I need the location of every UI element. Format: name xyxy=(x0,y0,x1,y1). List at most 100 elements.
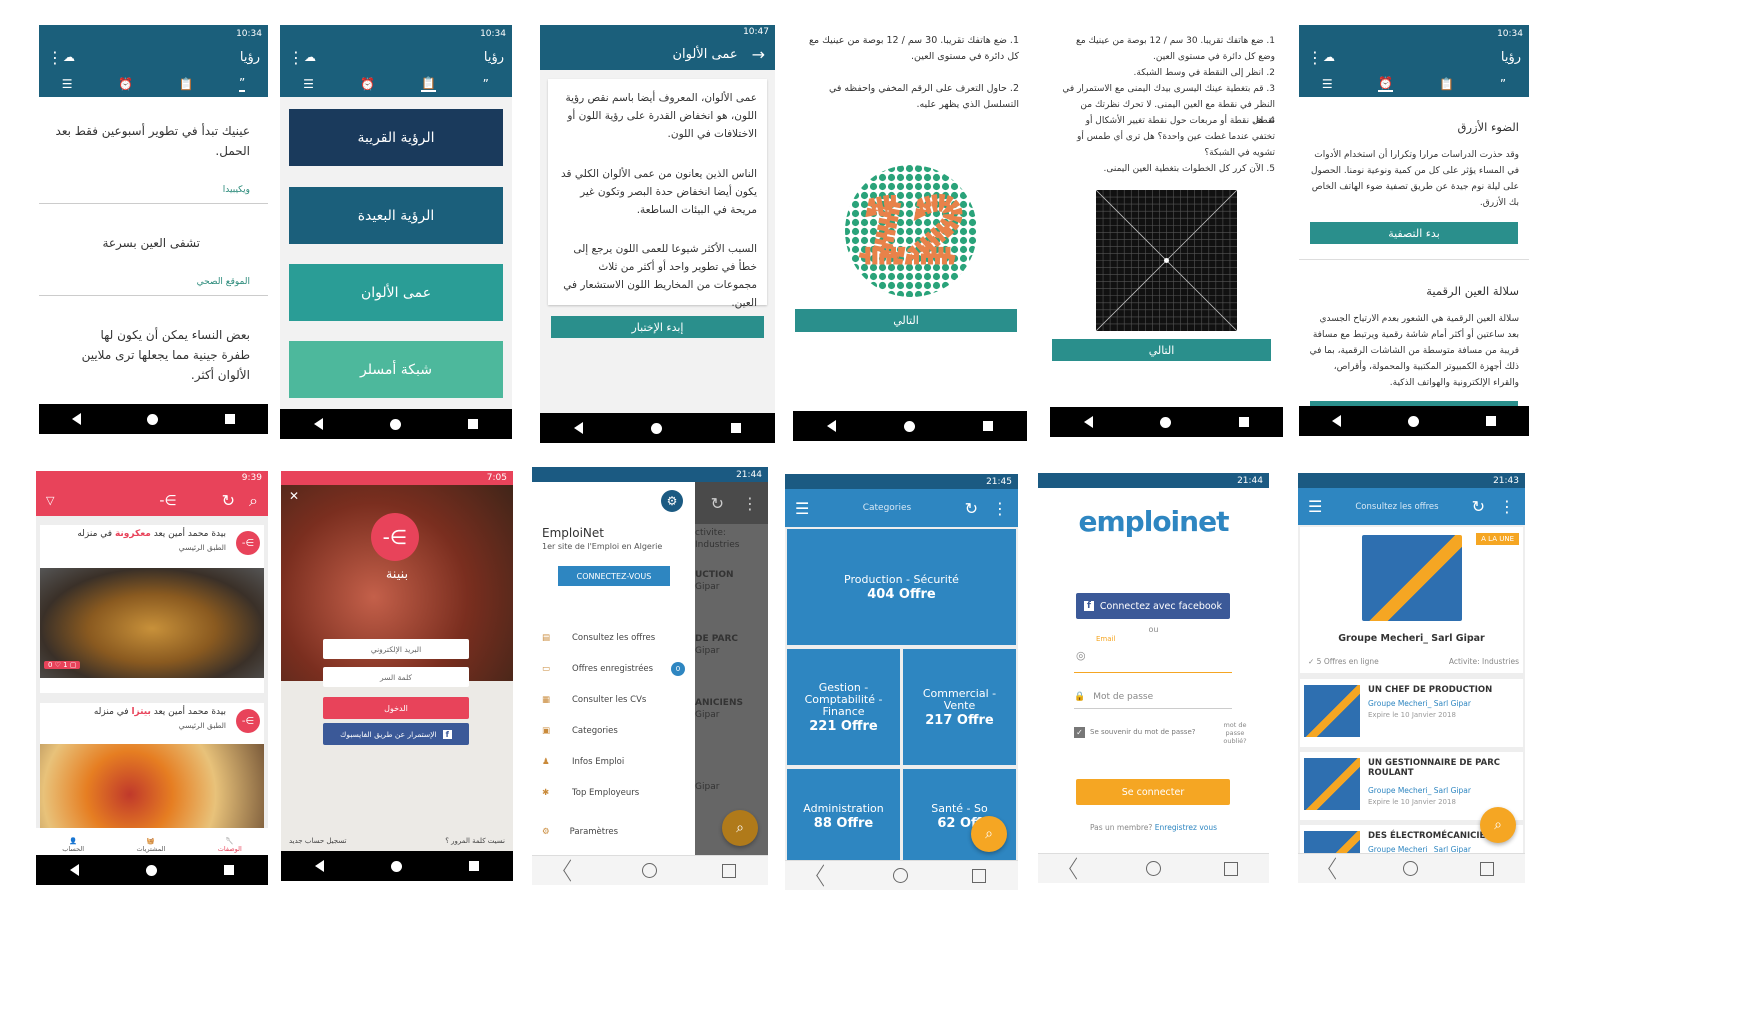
login-button[interactable]: Se connecter xyxy=(1076,779,1230,805)
refresh-icon[interactable]: ↻ xyxy=(711,494,724,513)
overflow-menu-icon[interactable]: ⋮ xyxy=(992,499,1008,518)
account-tab[interactable]: 👤 الحساب xyxy=(62,837,84,853)
color-blindness-card[interactable]: عمى الألوان xyxy=(289,264,503,321)
quote-tab-icon[interactable]: ” xyxy=(238,76,246,92)
home-button[interactable] xyxy=(1407,415,1419,427)
back-button[interactable] xyxy=(1332,415,1342,427)
job-card[interactable]: UN CHEF DE PRODUCTION Groupe Mecheri_ Sa… xyxy=(1300,679,1523,747)
back-button[interactable] xyxy=(574,422,584,434)
list-tab-icon[interactable]: ☰ xyxy=(62,77,73,91)
back-button[interactable] xyxy=(1068,857,1084,880)
alarm-tab-icon[interactable]: ⏰ xyxy=(118,77,133,91)
back-arrow-icon[interactable]: → xyxy=(752,45,765,64)
purchases-tab[interactable]: 🧺 المشتريات xyxy=(137,837,166,853)
drawer-item[interactable]: ▤ Consultez les offres xyxy=(542,622,687,653)
author-avatar[interactable]: -∈ xyxy=(236,531,260,555)
recents-button[interactable] xyxy=(721,863,736,878)
recents-button[interactable] xyxy=(1485,416,1496,426)
clipboard-tab-icon[interactable]: 📋 xyxy=(421,76,437,92)
hamburger-menu-icon[interactable]: ☰ xyxy=(1308,497,1322,516)
home-button[interactable] xyxy=(641,863,657,878)
forgot-password-link[interactable]: نسيت كلمة المرور ؟ xyxy=(445,837,505,845)
back-button[interactable] xyxy=(314,860,324,872)
drawer-item[interactable]: ▭ Offres enregistrées 0 xyxy=(542,653,687,684)
settings-icon[interactable]: ⚙ xyxy=(661,490,683,512)
author-avatar[interactable]: -∈ xyxy=(236,709,260,733)
home-button[interactable] xyxy=(390,860,402,872)
search-fab[interactable]: ⌕ xyxy=(971,816,1007,852)
clipboard-tab-icon[interactable]: 📋 xyxy=(1439,77,1454,91)
refresh-icon[interactable]: ↻ xyxy=(965,499,978,518)
close-icon[interactable]: ✕ xyxy=(289,489,299,503)
login-button[interactable]: الدخول xyxy=(323,697,469,719)
facebook-connect-button[interactable]: f Connectez avec facebook xyxy=(1076,593,1230,619)
refresh-icon[interactable]: ↻ xyxy=(1472,497,1485,516)
alarm-tab-icon[interactable]: ⏰ xyxy=(360,77,375,91)
hamburger-menu-icon[interactable]: ☰ xyxy=(795,499,809,518)
drawer-item[interactable]: ▦ Consulter les CVs xyxy=(542,684,687,715)
home-button[interactable] xyxy=(389,418,401,430)
category-administration[interactable]: Administration 88 Offre xyxy=(787,769,900,863)
register-link[interactable]: تسجيل حساب جديد xyxy=(289,837,347,845)
overflow-menu-icon[interactable]: ⋮ xyxy=(1307,48,1323,67)
alarm-tab-icon[interactable]: ⏰ xyxy=(1378,76,1394,92)
email-field[interactable]: ◎ xyxy=(1074,649,1232,673)
overflow-menu-icon[interactable]: ⋮ xyxy=(1499,497,1515,516)
filter-icon[interactable]: ▽ xyxy=(46,494,54,507)
home-button[interactable] xyxy=(1145,861,1161,876)
drawer-item-settings[interactable]: ⚙ Paramètres xyxy=(542,827,618,837)
back-button[interactable] xyxy=(69,864,79,876)
back-button[interactable] xyxy=(563,859,579,882)
facebook-button[interactable]: الإستمرار عن طريق الفايسبوك f xyxy=(323,723,469,745)
home-button[interactable] xyxy=(904,420,915,432)
next-button[interactable]: التالي xyxy=(1052,339,1271,361)
fact-2-source[interactable]: الموقع الصحي xyxy=(49,272,250,292)
fact-1-source[interactable]: ويكيبيدا xyxy=(49,180,250,200)
cloud-icon[interactable]: ☁ xyxy=(304,50,316,64)
back-button[interactable] xyxy=(827,420,836,432)
quote-tab-icon[interactable]: ” xyxy=(483,77,489,91)
home-button[interactable] xyxy=(651,422,663,434)
drawer-item[interactable]: ♟ Infos Emploi xyxy=(542,746,687,777)
drawer-item[interactable]: ▣ Categories xyxy=(542,715,687,746)
home-button[interactable] xyxy=(145,864,157,876)
signup-link[interactable]: Enregistrez vous xyxy=(1155,823,1217,832)
back-button[interactable] xyxy=(72,413,82,425)
near-vision-card[interactable]: الرؤية القريبة xyxy=(289,109,503,166)
search-icon[interactable]: ⌕ xyxy=(249,491,258,511)
start-filter-button[interactable]: بدء التصفية xyxy=(1310,222,1518,244)
recents-button[interactable] xyxy=(972,868,987,883)
recents-button[interactable] xyxy=(1480,861,1495,876)
home-button[interactable] xyxy=(1160,416,1172,428)
drawer-item[interactable]: ✱ Top Employeurs xyxy=(542,777,687,808)
home-button[interactable] xyxy=(893,868,909,883)
connect-button[interactable]: CONNECTEZ-VOUS xyxy=(558,566,670,586)
password-field[interactable]: 🔒 Mot de passe xyxy=(1074,685,1232,709)
recents-button[interactable] xyxy=(1223,861,1238,876)
overflow-menu-icon[interactable]: ⋮ xyxy=(288,48,304,67)
recents-button[interactable] xyxy=(224,414,235,424)
recents-button[interactable] xyxy=(224,865,235,875)
overflow-menu-icon[interactable]: ⋮ xyxy=(47,48,63,67)
recents-button[interactable] xyxy=(730,423,741,433)
start-test-button[interactable]: إبدء الإختبار xyxy=(551,316,764,338)
home-button[interactable] xyxy=(147,413,159,425)
list-tab-icon[interactable]: ☰ xyxy=(1322,77,1333,91)
cloud-icon[interactable]: ☁ xyxy=(1323,50,1335,64)
category-sales[interactable]: Commercial - Vente 217 Offre xyxy=(903,649,1016,765)
quote-tab-icon[interactable]: ” xyxy=(1500,77,1506,91)
back-button[interactable] xyxy=(1083,416,1093,428)
recipes-tab[interactable]: 🥄 الوصفات xyxy=(218,837,242,853)
search-fab[interactable]: ⌕ xyxy=(722,810,758,846)
overflow-menu-icon[interactable]: ⋮ xyxy=(742,494,758,513)
amsler-grid-card[interactable]: شبكة أمسلر xyxy=(289,341,503,398)
recents-button[interactable] xyxy=(983,421,993,431)
recents-button[interactable] xyxy=(1239,417,1250,427)
list-tab-icon[interactable]: ☰ xyxy=(303,77,314,91)
category-finance[interactable]: Gestion - Comptabilité - Finance 221 Offr… xyxy=(787,649,900,765)
category-production[interactable]: Production - Sécurité 404 Offre xyxy=(787,529,1016,645)
back-button[interactable] xyxy=(313,418,323,430)
clipboard-tab-icon[interactable]: 📋 xyxy=(179,77,194,91)
home-button[interactable] xyxy=(1403,861,1419,876)
forgot-password-link[interactable]: mot de passe oublié? xyxy=(1219,721,1251,745)
